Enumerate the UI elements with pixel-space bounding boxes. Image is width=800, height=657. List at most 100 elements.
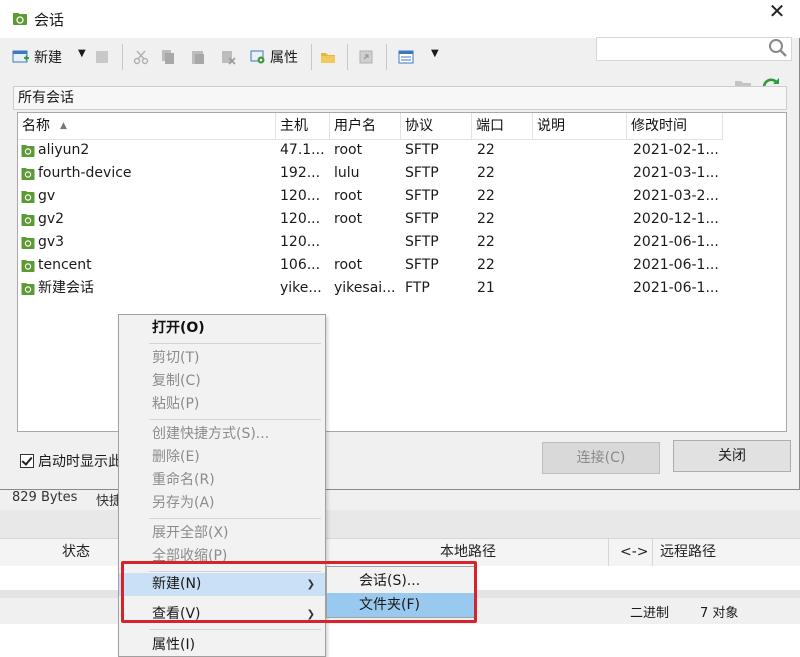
new-folder-button[interactable] <box>320 44 336 70</box>
column-port-label: 端口 <box>476 118 504 134</box>
menu-item-rename[interactable]: 重命名(R) <box>119 469 325 492</box>
session-name-cell: tencent <box>38 257 92 273</box>
connect-button[interactable]: 连接(C) <box>542 442 660 474</box>
session-row[interactable]: gv2 120... root SFTP 22 2020-12-1... <box>18 208 723 231</box>
menu-item-paste[interactable]: 粘贴(P) <box>119 393 325 416</box>
session-host-cell: 120... <box>280 211 321 227</box>
session-protocol-cell: SFTP <box>405 234 439 250</box>
submenu-item-session[interactable]: 会话(S)... <box>327 569 475 593</box>
new-dropdown-arrow-icon[interactable]: ▼ <box>78 48 86 59</box>
properties-label: 属性 <box>270 50 298 66</box>
column-username[interactable]: 用户名 <box>330 113 401 139</box>
session-row[interactable]: 新建会话 yike... yikesai... FTP 21 2021-06-1... <box>18 277 723 300</box>
column-description[interactable]: 说明 <box>533 113 627 139</box>
session-user-cell: yikesai... <box>334 280 396 296</box>
menu-separator <box>149 343 321 344</box>
session-name-cell: fourth-device <box>38 165 132 181</box>
session-port-cell: 22 <box>477 211 495 227</box>
session-user-cell: lulu <box>334 165 360 181</box>
session-row[interactable]: gv3 120... SFTP 22 2021-06-1... <box>18 231 723 254</box>
session-modified-cell: 2020-12-1... <box>633 211 719 227</box>
menu-item-save-as[interactable]: 另存为(A) <box>119 492 325 515</box>
session-row[interactable]: aliyun2 47.1... root SFTP 22 2021-02-1... <box>18 139 723 162</box>
view-mode-button[interactable] <box>398 44 414 70</box>
submenu-item-folder[interactable]: 文件夹(F) <box>327 593 475 617</box>
menu-item-new-label: 新建(N) <box>152 576 202 592</box>
delete-icon <box>222 51 236 65</box>
cut-button[interactable] <box>133 44 149 70</box>
new-session-icon <box>12 50 29 63</box>
menu-separator <box>149 518 321 519</box>
session-row[interactable]: fourth-device 192... lulu SFTP 22 2021-03-1..… <box>18 162 723 185</box>
column-description-label: 说明 <box>537 118 565 134</box>
session-icon <box>21 168 35 180</box>
menu-item-copy[interactable]: 复制(C) <box>119 370 325 393</box>
session-protocol-cell: SFTP <box>405 257 439 273</box>
column-modified-label: 修改时间 <box>631 118 687 134</box>
session-modified-cell: 2021-06-1... <box>633 234 719 250</box>
menu-separator <box>149 571 321 572</box>
session-protocol-cell: SFTP <box>405 188 439 204</box>
background-status-size: 829 Bytes <box>12 490 78 505</box>
column-host-label: 主机 <box>280 118 308 134</box>
copy-icon <box>162 50 174 64</box>
menu-item-properties[interactable]: 属性(I) <box>119 634 325 657</box>
column-remote-path[interactable]: 远程路径 <box>660 538 716 566</box>
column-status[interactable]: 状态 <box>62 538 90 566</box>
session-port-cell: 22 <box>477 142 495 158</box>
toolbar-separator <box>311 44 312 70</box>
menu-item-cut[interactable]: 剪切(T) <box>119 347 325 370</box>
new-session-button[interactable]: 新建 <box>12 44 62 70</box>
properties-button[interactable]: 属性 <box>250 44 298 70</box>
session-icon <box>21 191 35 203</box>
submenu-arrow-icon: ❯ <box>306 579 315 590</box>
menu-item-open[interactable]: 打开(O) <box>119 317 325 340</box>
column-direction[interactable]: <-> <box>620 538 649 566</box>
session-desc-cell <box>537 254 627 277</box>
session-port-cell: 22 <box>477 165 495 181</box>
show-at-startup-option[interactable]: 启动时显示此 <box>20 451 122 471</box>
session-icon <box>21 214 35 226</box>
session-icon <box>21 283 35 295</box>
column-protocol-label: 协议 <box>405 118 433 134</box>
show-at-startup-checkbox[interactable] <box>20 454 34 468</box>
new-session-label: 新建 <box>34 50 62 66</box>
menu-item-create-shortcut[interactable]: 创建快捷方式(S)... <box>119 423 325 446</box>
session-name-cell: gv <box>38 188 56 204</box>
menu-item-view[interactable]: 查看(V) ❯ <box>119 603 325 626</box>
session-host-cell: 192... <box>280 165 321 181</box>
menu-item-new[interactable]: 新建(N) ❯ <box>119 573 325 596</box>
column-name[interactable]: 名称 ▲ <box>18 113 276 139</box>
title-bar: 会话 ✕ <box>0 0 800 38</box>
close-icon[interactable]: ✕ <box>762 0 792 26</box>
column-local-path[interactable]: 本地路径 <box>440 538 496 566</box>
paste-button[interactable] <box>190 44 206 70</box>
session-row[interactable]: gv 120... root SFTP 22 2021-03-2... <box>18 185 723 208</box>
view-dropdown-arrow-icon[interactable]: ▼ <box>431 48 439 59</box>
session-modified-cell: 2021-03-1... <box>633 165 719 181</box>
edit-session-button[interactable] <box>94 44 110 70</box>
shortcut-button[interactable] <box>358 44 374 70</box>
menu-item-expand-all[interactable]: 展开全部(X) <box>119 522 325 545</box>
column-host[interactable]: 主机 <box>276 113 330 139</box>
session-port-cell: 21 <box>477 280 495 296</box>
column-modified[interactable]: 修改时间 <box>627 113 723 139</box>
properties-gear-icon <box>250 50 265 64</box>
copy-button[interactable] <box>160 44 176 70</box>
session-desc-cell <box>537 139 627 162</box>
menu-item-delete[interactable]: 删除(E) <box>119 446 325 469</box>
session-row[interactable]: tencent 106... root SFTP 22 2021-06-1... <box>18 254 723 277</box>
toolbar-separator <box>122 44 123 70</box>
session-host-cell: yike... <box>280 280 322 296</box>
session-desc-cell <box>537 231 627 254</box>
close-button[interactable]: 关闭 <box>673 440 791 472</box>
search-input[interactable] <box>596 37 792 61</box>
session-modified-cell: 2021-06-1... <box>633 280 719 296</box>
search-icon[interactable] <box>768 38 788 58</box>
folder-path-label: 所有会话 <box>18 90 74 106</box>
delete-button[interactable] <box>220 44 236 70</box>
column-protocol[interactable]: 协议 <box>401 113 472 139</box>
session-protocol-cell: FTP <box>405 280 430 296</box>
column-port[interactable]: 端口 <box>472 113 533 139</box>
menu-item-collapse-all[interactable]: 全部收缩(P) <box>119 545 325 568</box>
